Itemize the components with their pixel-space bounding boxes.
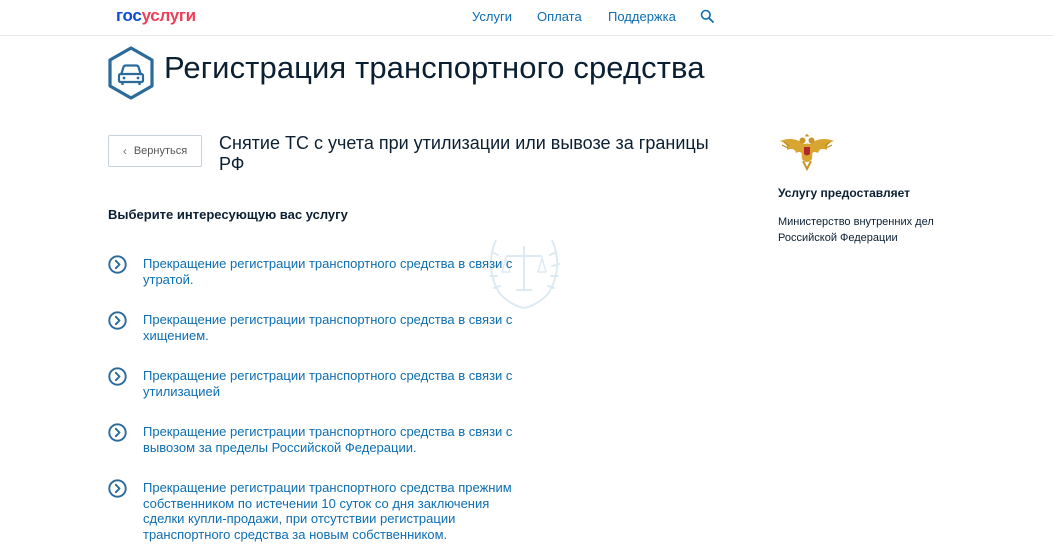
nav-link-payment[interactable]: Оплата [537, 9, 582, 24]
provider-name: Министерство внутренних дел Российской Ф… [778, 216, 934, 244]
back-button-label: Вернуться [133, 145, 188, 157]
service-option-label[interactable]: Прекращение регистрации транспортного ср… [143, 368, 523, 399]
service-option-label[interactable]: Прекращение регистрации транспортного ср… [143, 480, 523, 542]
page-title: Регистрация транспортного средства [164, 50, 705, 85]
service-option-theft[interactable]: Прекращение регистрации транспортного ср… [108, 311, 523, 343]
service-option-label[interactable]: Прекращение регистрации транспортного ср… [143, 256, 523, 287]
nav-link-services[interactable]: Услуги [472, 9, 512, 24]
services-heading: Выберите интересующую вас услугу [108, 207, 348, 222]
service-option-loss[interactable]: Прекращение регистрации транспортного ср… [108, 255, 523, 287]
chevron-circle-right-icon [108, 423, 127, 442]
double-headed-eagle-emblem [780, 133, 834, 171]
service-option-disposal[interactable]: Прекращение регистрации транспортного ср… [108, 367, 523, 399]
site-header: госуслуги Услуги Оплата Поддержка [0, 0, 1053, 36]
chevron-left-icon: ‹ [122, 144, 127, 158]
nav-link-support[interactable]: Поддержка [608, 9, 676, 24]
search-icon[interactable] [700, 9, 714, 23]
gosuslugi-logo[interactable]: госуслуги [116, 6, 196, 26]
service-option-label[interactable]: Прекращение регистрации транспортного ср… [143, 312, 523, 343]
service-option-label[interactable]: Прекращение регистрации транспортного ср… [143, 424, 523, 455]
chevron-circle-right-icon [108, 255, 127, 274]
service-option-sale-previous-owner[interactable]: Прекращение регистрации транспортного ср… [108, 479, 523, 542]
chevron-circle-right-icon [108, 479, 127, 498]
car-hexagon-icon [108, 46, 154, 100]
service-option-export[interactable]: Прекращение регистрации транспортного ср… [108, 423, 523, 455]
service-subtitle: Снятие ТС с учета при утилизации или выв… [219, 133, 709, 174]
provider-heading: Услугу предоставляет [778, 186, 911, 200]
back-button[interactable]: ‹ Вернуться [108, 135, 202, 167]
chevron-circle-right-icon [108, 367, 127, 386]
chevron-circle-right-icon [108, 311, 127, 330]
